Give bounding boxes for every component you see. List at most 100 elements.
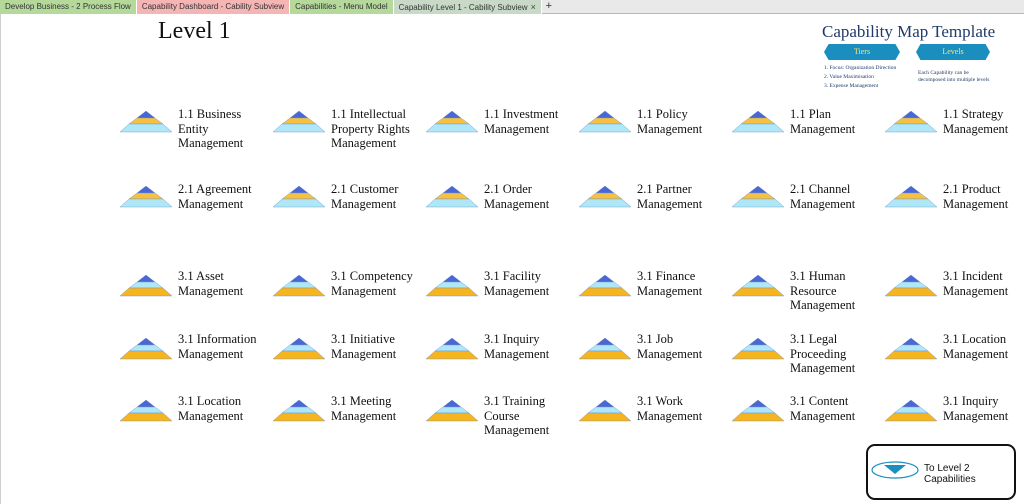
capability-item[interactable]: 2.1 Product Management — [885, 182, 1024, 233]
capability-label: 1.1 Strategy Management — [943, 107, 1009, 136]
tab-bar: Develop Business - 2 Process Flow Capabi… — [0, 0, 1024, 14]
capability-label: 3.1 Job Management — [637, 332, 703, 361]
legend-title: Capability Map Template — [822, 22, 996, 41]
pyramid-icon — [120, 400, 172, 422]
triangle-down-icon — [871, 461, 919, 479]
capability-label: 3.1 Legal Proceeding Management — [790, 332, 856, 375]
pyramid-icon — [426, 111, 478, 133]
tab-label: Capability Dashboard - Cability Subview — [141, 2, 285, 11]
tier-item: 3. Expense Management — [824, 83, 879, 89]
to-level-2-button[interactable]: To Level 2 Capabilities — [866, 444, 1016, 500]
close-icon[interactable]: × — [531, 2, 536, 12]
capability-item[interactable]: 1.1 Investment Management — [426, 107, 576, 158]
capability-item[interactable]: 3.1 Inquiry Management — [426, 332, 576, 383]
pyramid-icon — [273, 186, 325, 208]
capability-item[interactable]: 3.1 Legal Proceeding Management — [732, 332, 882, 383]
capability-label: 3.1 Facility Management — [484, 269, 550, 298]
tab-label: Develop Business - 2 Process Flow — [5, 2, 131, 11]
tier-item: 2. Value Maximisation — [824, 74, 874, 80]
capability-label: 3.1 Inquiry Management — [484, 332, 550, 361]
capability-label: 2.1 Channel Management — [790, 182, 856, 211]
levels-pill: Levels — [916, 44, 990, 60]
nav-label: To Level 2 Capabilities — [924, 463, 976, 485]
capability-label: 3.1 Training Course Management — [484, 394, 550, 437]
capability-label: 3.1 Meeting Management — [331, 394, 397, 423]
pyramid-icon — [120, 275, 172, 297]
capability-item[interactable]: 2.1 Partner Management — [579, 182, 729, 233]
tiers-pill: Tiers — [824, 44, 900, 60]
capability-item[interactable]: 3.1 Incident Management — [885, 269, 1024, 320]
capability-label: 1.1 Business Entity Management — [178, 107, 244, 150]
capability-label: 3.1 Location Management — [943, 332, 1009, 361]
capability-label: 2.1 Product Management — [943, 182, 1009, 211]
capability-item[interactable]: 3.1 Inquiry Management — [885, 394, 1024, 445]
capability-label: 3.1 Work Management — [637, 394, 703, 423]
capability-label: 3.1 Asset Management — [178, 269, 244, 298]
pyramid-icon — [426, 400, 478, 422]
template-legend: Capability Map Template Tiers Levels 1. … — [818, 22, 996, 98]
capability-label: 1.1 Policy Management — [637, 107, 703, 136]
pyramid-icon — [579, 338, 631, 360]
capability-item[interactable]: 3.1 Human Resource Management — [732, 269, 882, 320]
levels-note: Each Capability can be decomposed into m… — [918, 70, 990, 83]
capability-label: 3.1 Content Management — [790, 394, 856, 423]
capability-label: 1.1 Intellectual Property Rights Managem… — [331, 107, 410, 150]
capability-label: 3.1 Finance Management — [637, 269, 703, 298]
capability-label: 3.1 Competency Management — [331, 269, 413, 298]
capability-item[interactable]: 2.1 Channel Management — [732, 182, 882, 233]
capability-label: 3.1 Initiative Management — [331, 332, 397, 361]
capability-item[interactable]: 1.1 Intellectual Property Rights Managem… — [273, 107, 423, 158]
pyramid-icon — [732, 400, 784, 422]
pyramid-icon — [273, 275, 325, 297]
capability-label: 3.1 Information Management — [178, 332, 257, 361]
tab-label: Capabilities - Menu Model — [295, 2, 388, 11]
capability-item[interactable]: 3.1 Asset Management — [120, 269, 270, 320]
pyramid-icon — [732, 338, 784, 360]
capability-item[interactable]: 3.1 Initiative Management — [273, 332, 423, 383]
capability-label: 2.1 Agreement Management — [178, 182, 252, 211]
pyramid-icon — [579, 400, 631, 422]
pyramid-icon — [273, 338, 325, 360]
capability-item[interactable]: 3.1 Facility Management — [426, 269, 576, 320]
capability-item[interactable]: 1.1 Plan Management — [732, 107, 882, 158]
page-title: Level 1 — [158, 18, 231, 44]
pyramid-icon — [732, 275, 784, 297]
capability-item[interactable]: 3.1 Competency Management — [273, 269, 423, 320]
pyramid-icon — [885, 400, 937, 422]
tab-capabilities-menu-model[interactable]: Capabilities - Menu Model — [290, 0, 394, 14]
tier-list: 1. Focus: Organization Direction 2. Valu… — [824, 64, 896, 91]
tab-capability-dashboard[interactable]: Capability Dashboard - Cability Subview — [136, 0, 291, 14]
tab-label: Capability Level 1 - Cability Subview — [398, 3, 528, 12]
pyramid-icon — [732, 186, 784, 208]
pyramid-icon — [120, 338, 172, 360]
capability-item[interactable]: 3.1 Location Management — [885, 332, 1024, 383]
capability-item[interactable]: 3.1 Training Course Management — [426, 394, 576, 445]
capability-item[interactable]: 1.1 Strategy Management — [885, 107, 1024, 158]
capability-item[interactable]: 3.1 Information Management — [120, 332, 270, 383]
pyramid-icon — [273, 111, 325, 133]
pyramid-icon — [579, 275, 631, 297]
capability-item[interactable]: 3.1 Content Management — [732, 394, 882, 445]
capability-item[interactable]: 1.1 Business Entity Management — [120, 107, 270, 158]
capability-item[interactable]: 1.1 Policy Management — [579, 107, 729, 158]
capability-item[interactable]: 3.1 Job Management — [579, 332, 729, 383]
pyramid-icon — [120, 186, 172, 208]
page-border — [0, 14, 1, 504]
capability-label: 3.1 Human Resource Management — [790, 269, 856, 312]
capability-label: 1.1 Plan Management — [790, 107, 856, 136]
tab-capability-level-1[interactable]: Capability Level 1 - Cability Subview × — [393, 0, 542, 14]
pyramid-icon — [732, 111, 784, 133]
capability-item[interactable]: 2.1 Agreement Management — [120, 182, 270, 233]
capability-item[interactable]: 3.1 Location Management — [120, 394, 270, 445]
capability-item[interactable]: 2.1 Order Management — [426, 182, 576, 233]
capability-item[interactable]: 3.1 Finance Management — [579, 269, 729, 320]
capability-item[interactable]: 3.1 Work Management — [579, 394, 729, 445]
pyramid-icon — [426, 338, 478, 360]
capability-item[interactable]: 3.1 Meeting Management — [273, 394, 423, 445]
add-tab-button[interactable]: + — [542, 0, 556, 14]
tab-develop-business[interactable]: Develop Business - 2 Process Flow — [0, 0, 137, 14]
capability-item[interactable]: 2.1 Customer Management — [273, 182, 423, 233]
pyramid-icon — [885, 275, 937, 297]
capability-label: 3.1 Location Management — [178, 394, 244, 423]
pyramid-icon — [885, 186, 937, 208]
